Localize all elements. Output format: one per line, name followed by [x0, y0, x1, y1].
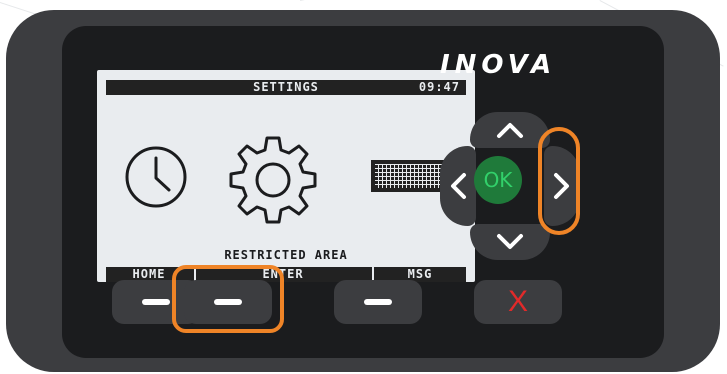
lcd-screen: SETTINGS 09:47 RESTRICTED AREA HOME ENTE…	[97, 70, 475, 282]
inova-logo: INOVA	[440, 50, 557, 80]
screen-time: 09:47	[418, 80, 460, 94]
chevron-up-icon	[497, 123, 523, 138]
ok-button[interactable]: OK	[474, 156, 522, 204]
softkey-3-button[interactable]	[334, 280, 422, 324]
screen-caption: RESTRICTED AREA	[224, 248, 348, 262]
gear-icon[interactable]	[225, 132, 321, 228]
dash-icon	[364, 299, 392, 305]
screen-title-bar: SETTINGS 09:47	[106, 80, 466, 95]
chevron-down-icon	[497, 234, 523, 249]
dpad-left-button[interactable]	[440, 146, 476, 226]
clock-icon[interactable]	[123, 144, 189, 210]
chevron-left-icon	[451, 173, 466, 199]
dpad-down-button[interactable]	[470, 224, 550, 260]
cancel-button[interactable]: X	[474, 280, 562, 324]
softkey-2-button[interactable]	[184, 280, 272, 324]
dpad-right-highlight	[538, 127, 580, 235]
background-line	[300, 0, 526, 1]
dash-icon	[142, 299, 170, 305]
screen-title: SETTINGS	[253, 80, 319, 94]
dash-icon	[214, 299, 242, 305]
close-icon: X	[507, 285, 528, 318]
